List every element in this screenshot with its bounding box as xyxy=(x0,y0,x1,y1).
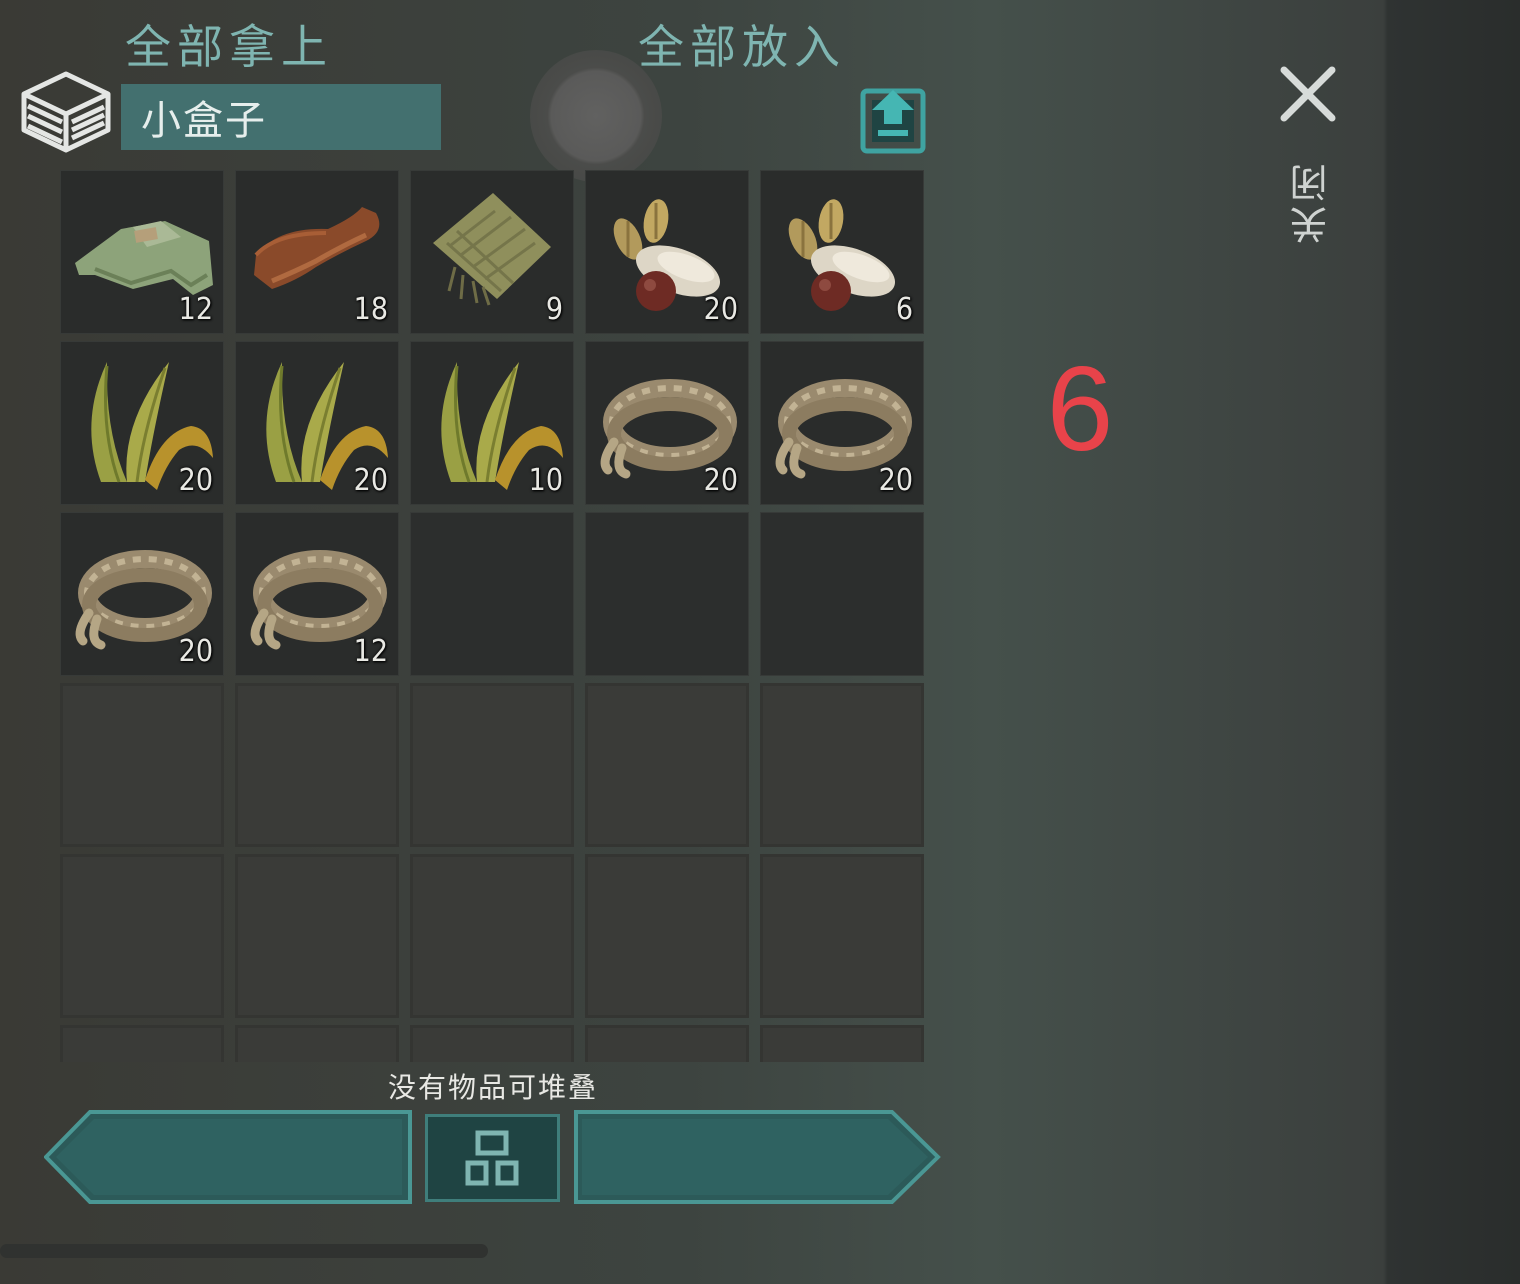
inventory-slot-empty[interactable] xyxy=(585,512,749,676)
item-count: 20 xyxy=(878,463,913,498)
inventory-slot-empty[interactable] xyxy=(60,683,224,847)
item-count: 6 xyxy=(895,292,913,327)
inventory-slot-empty[interactable] xyxy=(235,854,399,1018)
put-all-button-shape[interactable] xyxy=(572,1110,942,1204)
inventory-slot-empty[interactable] xyxy=(410,854,574,1018)
close-icon[interactable] xyxy=(1278,64,1338,124)
take-all-button-shape[interactable] xyxy=(44,1110,414,1204)
export-upload-icon[interactable] xyxy=(860,86,926,154)
inventory-slot-empty[interactable] xyxy=(585,683,749,847)
inventory-slot-empty[interactable] xyxy=(585,854,749,1018)
inventory-slot-rope[interactable]: 12 xyxy=(235,512,399,676)
item-count: 9 xyxy=(545,292,563,327)
inventory-slot-empty[interactable] xyxy=(410,683,574,847)
inventory-slot-empty[interactable] xyxy=(585,1025,749,1062)
close-button-label[interactable]: 关闭 xyxy=(1284,160,1334,244)
sort-button[interactable] xyxy=(425,1114,560,1202)
inventory-slot-empty[interactable] xyxy=(60,1025,224,1062)
item-count: 12 xyxy=(353,634,388,669)
marker-number: 6 xyxy=(1046,342,1114,476)
item-count: 12 xyxy=(178,292,213,327)
inventory-slot-leather[interactable]: 18 xyxy=(235,170,399,334)
put-all-button[interactable]: 全部放入 xyxy=(572,0,912,94)
inventory-slot-empty[interactable] xyxy=(760,1025,924,1062)
inventory-slot-rope[interactable]: 20 xyxy=(60,512,224,676)
item-count: 20 xyxy=(703,292,738,327)
inventory-slot-empty[interactable] xyxy=(760,512,924,676)
inventory-slot-empty[interactable] xyxy=(760,683,924,847)
inventory-slot-empty[interactable] xyxy=(60,854,224,1018)
inventory-slot-cloth[interactable]: 12 xyxy=(60,170,224,334)
item-count: 20 xyxy=(353,463,388,498)
status-message: 没有物品可堆叠 xyxy=(387,1071,598,1104)
item-count: 10 xyxy=(528,463,563,498)
item-count: 20 xyxy=(178,634,213,669)
item-count: 20 xyxy=(703,463,738,498)
inventory-slot-seeds[interactable]: 20 xyxy=(585,170,749,334)
item-count: 20 xyxy=(178,463,213,498)
inventory-slot-rope[interactable]: 20 xyxy=(585,341,749,505)
inventory-slot-plant-fiber[interactable]: 20 xyxy=(60,341,224,505)
inventory-slot-rope[interactable]: 20 xyxy=(760,341,924,505)
grid-sort-icon xyxy=(465,1130,519,1186)
inventory-slot-empty[interactable] xyxy=(235,683,399,847)
inventory-slot-empty[interactable] xyxy=(410,1025,574,1062)
inventory-slot-empty[interactable] xyxy=(410,512,574,676)
inventory-slot-burlap[interactable]: 9 xyxy=(410,170,574,334)
inventory-slot-plant-fiber[interactable]: 20 xyxy=(235,341,399,505)
item-count: 18 xyxy=(353,292,388,327)
inventory-slot-seeds[interactable]: 6 xyxy=(760,170,924,334)
inventory-slot-empty[interactable] xyxy=(235,1025,399,1062)
inventory-slot-empty[interactable] xyxy=(760,854,924,1018)
inventory-slot-plant-fiber[interactable]: 10 xyxy=(410,341,574,505)
horizontal-scrollbar[interactable] xyxy=(0,1244,488,1258)
take-all-button[interactable]: 全部拿上 xyxy=(44,0,414,94)
inventory-grid: 12 18 9 20 6 20 20 10 20 20 20 12 xyxy=(60,170,926,1062)
